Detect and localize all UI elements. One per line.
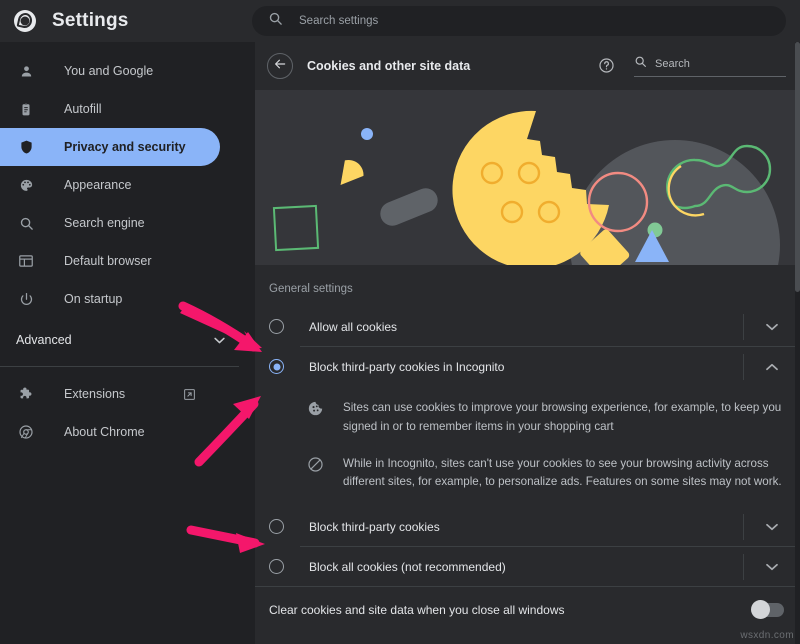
sidebar-item-label: Search engine — [64, 216, 145, 230]
detail-text: Sites can use cookies to improve your br… — [343, 399, 782, 437]
section-label: General settings — [255, 265, 800, 307]
settings-window: Settings You and Google — [0, 0, 800, 644]
sidebar-advanced-toggle[interactable]: Advanced — [0, 318, 255, 362]
settings-search-box[interactable] — [252, 6, 786, 36]
detail-item: While in Incognito, sites can't use your… — [269, 446, 782, 502]
sidebar-item-label: Default browser — [64, 254, 152, 268]
sidebar-item-label: Appearance — [64, 178, 131, 192]
page-search-input[interactable] — [655, 58, 786, 70]
sidebar-item-autofill[interactable]: Autofill — [0, 90, 220, 128]
radio-block-all-cookies[interactable] — [269, 559, 284, 574]
brand-area: Settings — [0, 0, 248, 42]
chevron-up-icon[interactable] — [744, 347, 800, 386]
clipboard-icon — [16, 99, 36, 119]
scrollbar[interactable] — [795, 42, 800, 644]
person-icon — [16, 61, 36, 81]
option-details: Sites can use cookies to improve your br… — [255, 386, 800, 507]
open-in-new-icon[interactable] — [183, 388, 196, 401]
page-title: Cookies and other site data — [307, 59, 470, 73]
search-settings-input[interactable] — [299, 15, 770, 27]
advanced-label: Advanced — [16, 333, 72, 347]
browser-window-icon — [16, 251, 36, 271]
radio-allow-all-cookies[interactable] — [269, 319, 284, 334]
sidebar-item-label: About Chrome — [64, 425, 145, 439]
shield-icon — [16, 137, 36, 157]
radio-block-third-party-incognito[interactable] — [269, 359, 284, 374]
cookie-icon — [307, 400, 325, 418]
option-right — [743, 547, 800, 586]
detail-text: While in Incognito, sites can't use your… — [343, 455, 782, 493]
top-bar: Settings — [0, 0, 800, 42]
chevron-down-icon[interactable] — [744, 307, 800, 346]
sidebar: You and Google Autofill Privacy and secu… — [0, 42, 255, 644]
header-actions — [598, 55, 786, 77]
clear-cookies-on-close-row[interactable]: Clear cookies and site data when you clo… — [255, 587, 800, 633]
chrome-logo-icon — [14, 10, 36, 32]
toggle-knob — [751, 600, 770, 619]
option-block-third-party-incognito[interactable]: Block third-party cookies in Incognito — [255, 347, 800, 386]
chevron-down-icon — [214, 333, 225, 347]
chrome-logo-icon — [16, 422, 36, 442]
option-block-all-cookies[interactable]: Block all cookies (not recommended) — [255, 547, 800, 586]
back-button[interactable] — [267, 53, 293, 79]
option-allow-all-cookies[interactable]: Allow all cookies — [255, 307, 800, 346]
sidebar-item-default-browser[interactable]: Default browser — [0, 242, 220, 280]
option-right — [743, 307, 800, 346]
chevron-down-icon[interactable] — [744, 507, 800, 546]
cookie-illustration — [255, 90, 800, 265]
option-label: Block third-party cookies in Incognito — [309, 360, 504, 374]
main-header: Cookies and other site data — [255, 42, 800, 90]
sidebar-item-label: On startup — [64, 292, 122, 306]
block-icon — [307, 456, 325, 474]
search-icon — [268, 11, 283, 31]
search-icon — [634, 55, 647, 73]
sidebar-item-search-engine[interactable]: Search engine — [0, 204, 220, 242]
sidebar-item-label: Autofill — [64, 102, 102, 116]
clear-cookies-toggle[interactable] — [752, 603, 784, 617]
search-icon — [16, 213, 36, 233]
option-label: Allow all cookies — [309, 320, 397, 334]
main-panel: Cookies and other site data — [255, 42, 800, 644]
chevron-down-icon[interactable] — [744, 547, 800, 586]
sidebar-item-you-and-google[interactable]: You and Google — [0, 52, 220, 90]
palette-icon — [16, 175, 36, 195]
sidebar-item-privacy-and-security[interactable]: Privacy and security — [0, 128, 220, 166]
sidebar-item-label: Privacy and security — [64, 140, 186, 154]
sidebar-item-about-chrome[interactable]: About Chrome — [0, 413, 220, 451]
arrow-left-icon — [273, 57, 287, 76]
scrollbar-thumb[interactable] — [795, 42, 800, 292]
help-circle-icon[interactable] — [598, 57, 616, 75]
option-right — [743, 507, 800, 546]
toggle-label: Clear cookies and site data when you clo… — [269, 603, 565, 617]
sidebar-item-appearance[interactable]: Appearance — [0, 166, 220, 204]
option-label: Block third-party cookies — [309, 520, 440, 534]
watermark: wsxdn.com — [740, 630, 794, 641]
option-block-third-party-cookies[interactable]: Block third-party cookies — [255, 507, 800, 546]
radio-block-third-party-cookies[interactable] — [269, 519, 284, 534]
sidebar-item-label: You and Google — [64, 64, 153, 78]
sidebar-divider — [0, 366, 239, 367]
detail-item: Sites can use cookies to improve your br… — [269, 390, 782, 446]
sidebar-item-label: Extensions — [64, 387, 125, 401]
sidebar-item-on-startup[interactable]: On startup — [0, 280, 220, 318]
sidebar-item-extensions[interactable]: Extensions — [0, 375, 220, 413]
option-right — [743, 347, 800, 386]
cookie-illustration-svg — [255, 90, 800, 265]
option-label: Block all cookies (not recommended) — [309, 560, 506, 574]
app-title: Settings — [52, 10, 129, 32]
power-icon — [16, 289, 36, 309]
page-search-box[interactable] — [634, 55, 786, 77]
puzzle-piece-icon — [16, 384, 36, 404]
